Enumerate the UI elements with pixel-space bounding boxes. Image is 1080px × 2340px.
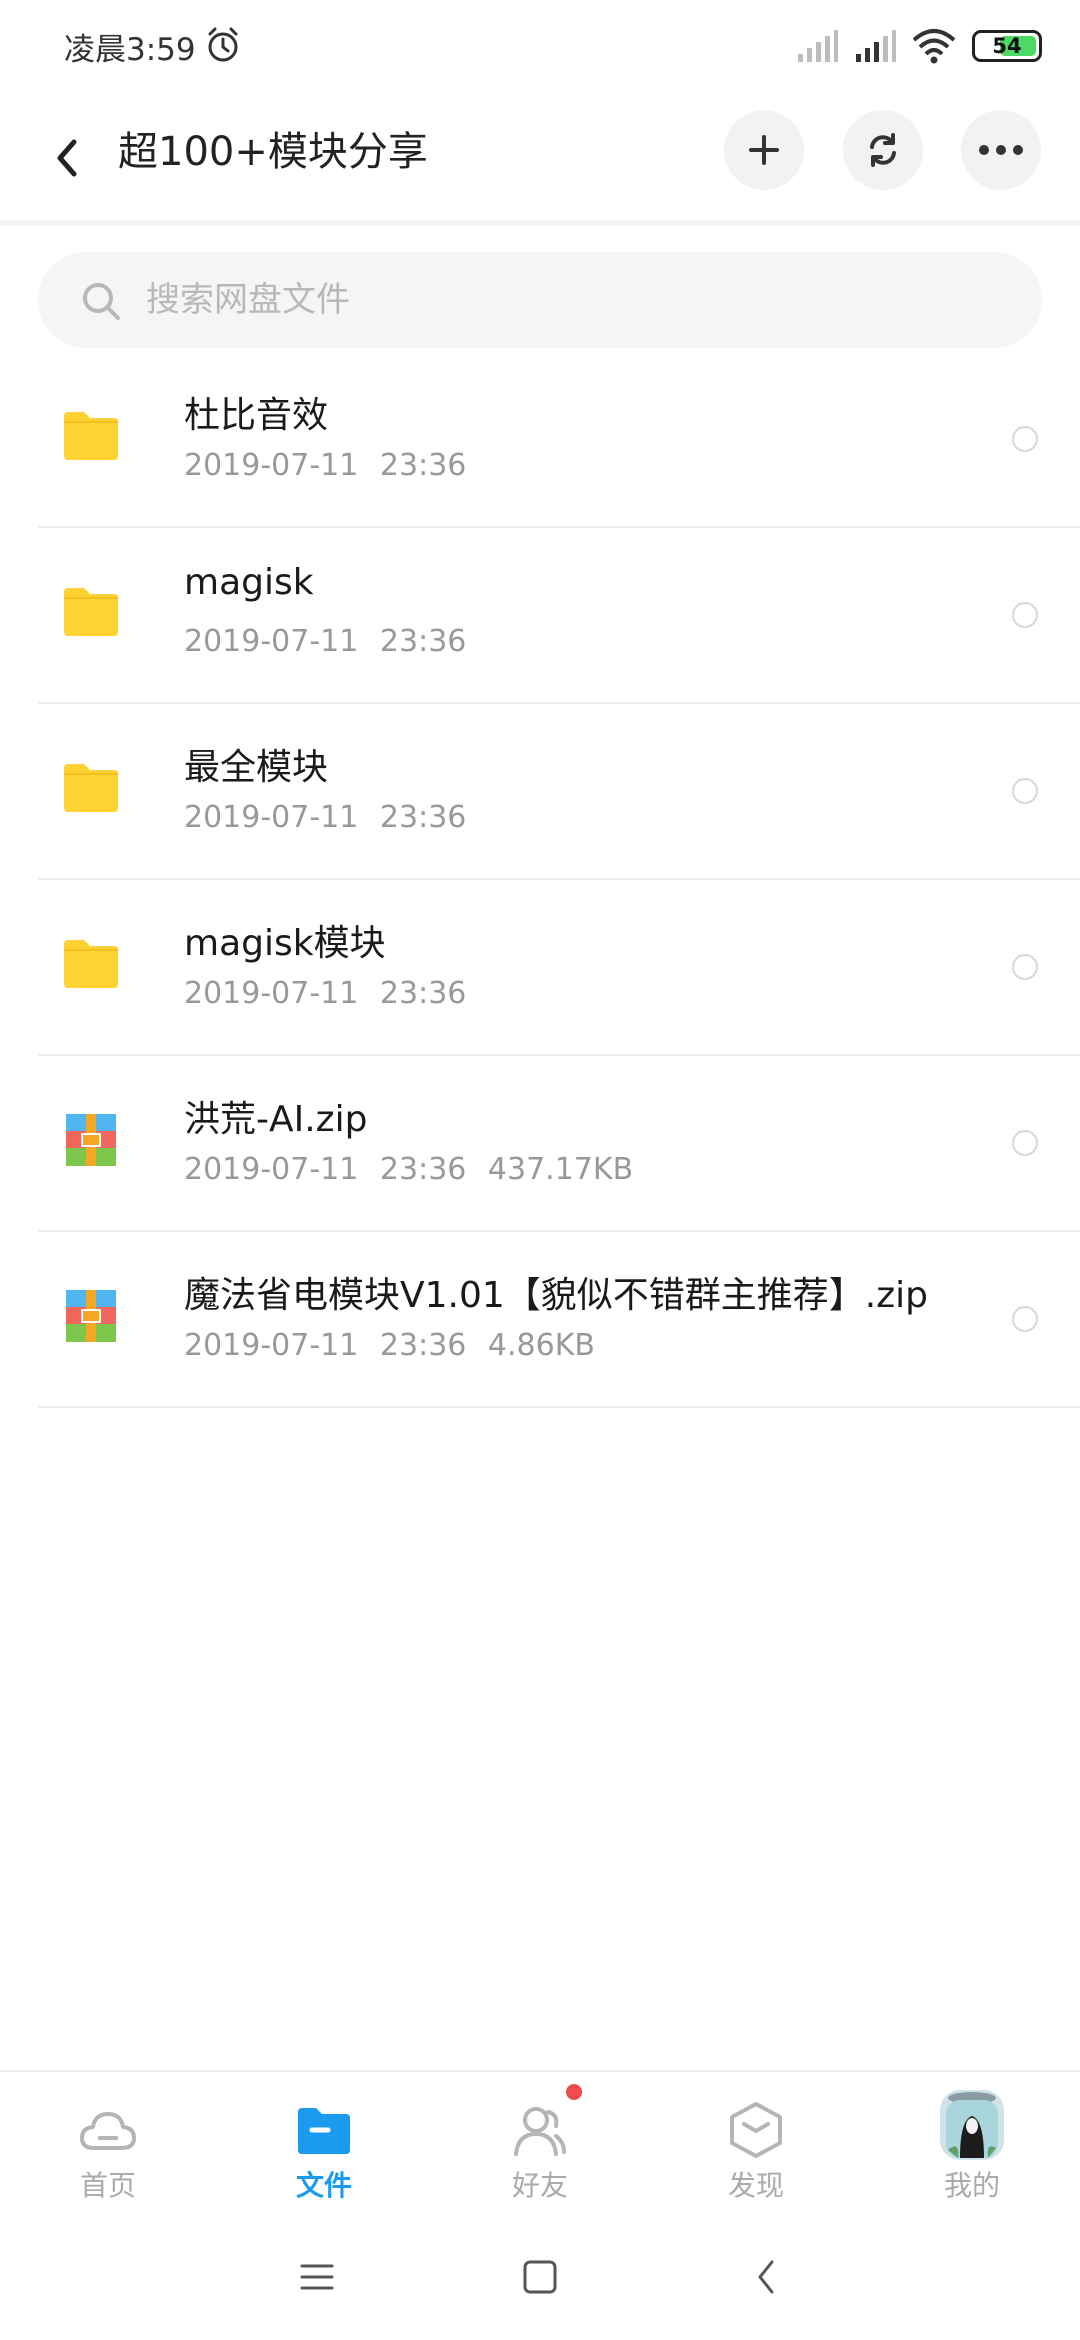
file-date: 2019-07-11 xyxy=(184,800,359,835)
file-size: 437.17KB xyxy=(487,1152,634,1187)
select-checkbox[interactable] xyxy=(1012,1130,1038,1156)
list-item[interactable]: 最全模块 2019-07-11 23:36 xyxy=(0,704,1080,880)
nav-mine[interactable]: 我的 xyxy=(864,2072,1080,2212)
zip-archive-icon xyxy=(66,1290,116,1342)
back-arrow-icon[interactable] xyxy=(44,126,90,190)
select-checkbox[interactable] xyxy=(1012,954,1038,980)
signal-icon xyxy=(798,30,838,62)
cloud-icon xyxy=(80,2112,136,2150)
battery-indicator: 54 xyxy=(972,30,1042,62)
file-name: 最全模块 xyxy=(184,747,329,788)
menu-icon[interactable] xyxy=(292,2252,342,2302)
file-time: 23:36 xyxy=(379,800,467,835)
refresh-button[interactable] xyxy=(843,110,923,190)
list-item[interactable]: magisk模块 2019-07-11 23:36 xyxy=(0,880,1080,1056)
avatar xyxy=(940,2090,1004,2160)
add-button[interactable] xyxy=(724,110,804,190)
wifi-icon xyxy=(912,29,956,64)
file-time: 23:36 xyxy=(379,1152,467,1187)
file-list: 杜比音效 2019-07-11 23:36 magisk 2019-07-11 … xyxy=(0,352,1080,1408)
back-triangle-icon[interactable] xyxy=(742,2252,792,2302)
battery-level: 54 xyxy=(992,34,1022,58)
folder-icon xyxy=(64,412,118,460)
list-item[interactable]: 杜比音效 2019-07-11 23:36 xyxy=(0,352,1080,528)
nav-home-label: 首页 xyxy=(79,2169,136,2202)
friends-icon xyxy=(514,2107,566,2156)
signal-icon xyxy=(856,30,896,62)
nav-friends-label: 好友 xyxy=(511,2169,568,2202)
file-time: 23:36 xyxy=(379,1328,467,1363)
more-dots-icon xyxy=(979,145,1023,155)
search-input[interactable] xyxy=(146,252,1006,348)
nav-discover-label: 发现 xyxy=(727,2169,784,2202)
file-meta: 2019-07-11 23:36 xyxy=(184,800,466,835)
nav-discover[interactable]: 发现 xyxy=(648,2072,864,2212)
file-date: 2019-07-11 xyxy=(184,976,359,1011)
search-icon xyxy=(83,283,120,320)
page-title: 超100+模块分享 xyxy=(118,129,428,175)
file-meta: 2019-07-11 23:36 4.86KB xyxy=(184,1328,595,1363)
folder-icon xyxy=(64,940,118,988)
list-item[interactable]: 洪荒-AI.zip 2019-07-11 23:36 437.17KB xyxy=(0,1056,1080,1232)
system-nav-bar xyxy=(0,2212,1080,2340)
select-checkbox[interactable] xyxy=(1012,778,1038,804)
file-meta: 2019-07-11 23:36 xyxy=(184,976,466,1011)
notification-dot xyxy=(566,2084,582,2100)
file-date: 2019-07-11 xyxy=(184,1328,359,1363)
select-checkbox[interactable] xyxy=(1012,602,1038,628)
file-date: 2019-07-11 xyxy=(184,1152,359,1187)
select-checkbox[interactable] xyxy=(1012,1306,1038,1332)
file-size: 4.86KB xyxy=(487,1328,595,1363)
header: 超100+模块分享 xyxy=(0,92,1080,226)
file-name: 杜比音效 xyxy=(184,395,329,436)
file-name: 洪荒-AI.zip xyxy=(184,1099,368,1140)
alarm-icon xyxy=(208,27,238,62)
home-square-icon[interactable] xyxy=(515,2252,565,2302)
folder-icon xyxy=(298,2108,350,2154)
file-name: magisk模块 xyxy=(184,923,386,964)
bottom-nav: 首页 文件 好友 发现 我的 xyxy=(0,2070,1080,2210)
status-indicators: 54 xyxy=(796,28,1042,64)
nav-files-label: 文件 xyxy=(295,2169,352,2202)
file-meta: 2019-07-11 23:36 xyxy=(184,624,466,659)
nav-friends[interactable]: 好友 xyxy=(432,2072,648,2212)
nav-mine-label: 我的 xyxy=(943,2169,1000,2202)
file-time: 23:36 xyxy=(379,624,467,659)
file-name: 魔法省电模块V1.01【貌似不错群主推荐】.zip xyxy=(184,1275,928,1316)
file-time: 23:36 xyxy=(379,448,467,483)
file-time: 23:36 xyxy=(379,976,467,1011)
status-bar: 凌晨3:59 54 xyxy=(0,0,1080,92)
zip-archive-icon xyxy=(66,1114,116,1166)
nav-home[interactable]: 首页 xyxy=(0,2072,216,2212)
file-meta: 2019-07-11 23:36 437.17KB xyxy=(184,1152,633,1187)
discover-hexagon-icon xyxy=(730,2102,782,2158)
search-box[interactable] xyxy=(38,252,1042,348)
folder-icon xyxy=(64,764,118,812)
file-name: magisk xyxy=(184,562,314,603)
list-item[interactable]: 魔法省电模块V1.01【貌似不错群主推荐】.zip 2019-07-11 23:… xyxy=(0,1232,1080,1408)
list-item[interactable]: magisk 2019-07-11 23:36 xyxy=(0,528,1080,704)
status-time: 凌晨3:59 xyxy=(64,32,196,68)
more-options-button[interactable] xyxy=(961,110,1041,190)
nav-files[interactable]: 文件 xyxy=(216,2072,432,2212)
file-date: 2019-07-11 xyxy=(184,624,359,659)
file-date: 2019-07-11 xyxy=(184,448,359,483)
file-meta: 2019-07-11 23:36 xyxy=(184,448,466,483)
plus-icon xyxy=(749,135,779,165)
refresh-icon xyxy=(870,133,896,167)
select-checkbox[interactable] xyxy=(1012,426,1038,452)
folder-icon xyxy=(64,588,118,636)
